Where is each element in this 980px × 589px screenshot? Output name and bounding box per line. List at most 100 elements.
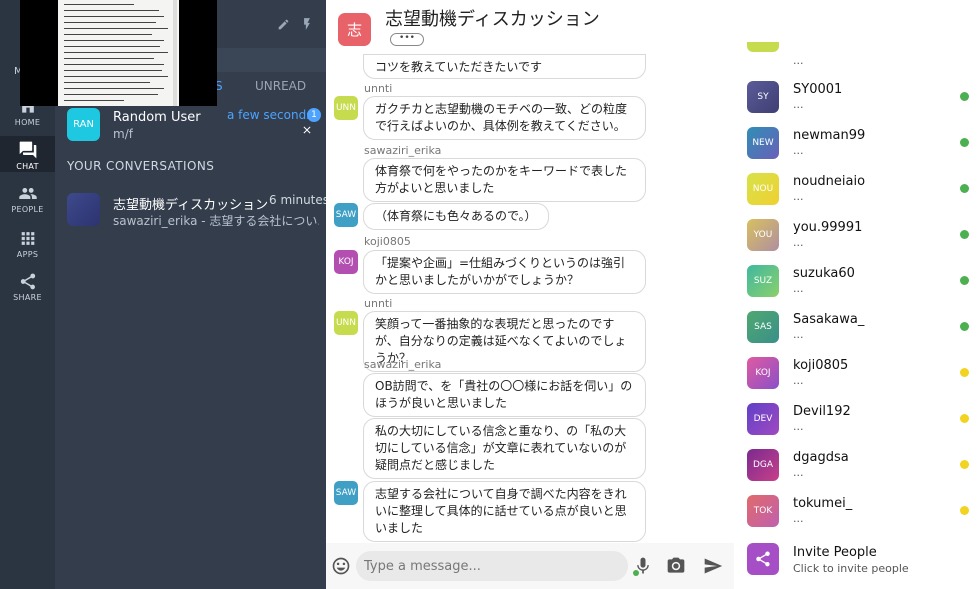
- message-sender: koji0805: [364, 235, 411, 248]
- chat-area: 志 志望動機ディスカッション ••• コツを教えていただきたいです unnti …: [326, 0, 734, 589]
- member-sub: ...: [793, 54, 804, 67]
- member-item[interactable]: SY SY0001...: [734, 76, 980, 122]
- share-icon: [20, 273, 35, 290]
- message-avatar: SAW: [334, 481, 358, 505]
- avatar: NOU: [747, 173, 779, 205]
- people-icon: [18, 187, 37, 200]
- message-bubble: コツを教えていただきたいです: [363, 54, 646, 79]
- member-name: tokumei_: [793, 496, 853, 511]
- message-bubble: 私の大切にしている信念と重なり、の「私の大切にしている信念」が文章に表れていない…: [363, 418, 646, 479]
- rail-chat[interactable]: CHAT: [0, 136, 55, 172]
- random-user-item[interactable]: RAN Random User m/f a few seconds 1: [55, 104, 326, 148]
- rail-share-label: SHARE: [13, 293, 42, 302]
- message-composer: [326, 543, 734, 589]
- message-bubble: 志望する会社について自身で調べた内容をきれいに整理して具体的に話せている点が良い…: [363, 481, 646, 542]
- status-dot: [960, 92, 969, 101]
- status-dot: [960, 322, 969, 331]
- document-page: [58, 0, 179, 106]
- message-bubble: OB訪問で、を「貴社の〇〇様にお話を伺い」のほうが良いと思いました: [363, 373, 646, 417]
- member-item[interactable]: YOU you.99991...: [734, 214, 980, 260]
- member-name: you.99991: [793, 220, 863, 235]
- rail-home-label: HOME: [14, 118, 41, 127]
- member-sub: ...: [793, 466, 804, 479]
- member-sub: ...: [793, 512, 804, 525]
- member-name: SY0001: [793, 82, 843, 97]
- unread-badge: 1: [307, 108, 321, 122]
- message-input[interactable]: [356, 551, 628, 581]
- partial-member[interactable]: ...: [734, 42, 980, 72]
- member-name: noudneiaio: [793, 174, 866, 189]
- avatar: YOU: [747, 219, 779, 251]
- close-icon[interactable]: [301, 124, 313, 136]
- message-sender: unnti: [364, 297, 393, 310]
- status-dot: [960, 276, 969, 285]
- status-dot: [960, 138, 969, 147]
- member-sub: ...: [793, 98, 804, 111]
- rail-people-label: PEOPLE: [11, 205, 44, 214]
- member-item[interactable]: DGA dgagdsa...: [734, 444, 980, 490]
- random-user-sub: m/f: [113, 127, 133, 141]
- status-dot: [960, 368, 969, 377]
- avatar: SUZ: [747, 265, 779, 297]
- invite-sub: Click to invite people: [793, 562, 909, 575]
- message-avatar: KOJ: [334, 250, 358, 274]
- camera-button[interactable]: [665, 555, 687, 577]
- room-more-button[interactable]: •••: [390, 33, 424, 46]
- conversation-time: 6 minutes: [269, 193, 330, 207]
- member-name: koji0805: [793, 358, 849, 373]
- member-item[interactable]: KOJ koji0805...: [734, 352, 980, 398]
- message-avatar: UNN: [334, 96, 358, 120]
- avatar: RAN: [67, 108, 100, 141]
- tab-unread[interactable]: UNREAD: [255, 79, 306, 93]
- member-item[interactable]: NEW newman99...: [734, 122, 980, 168]
- member-name: dgagdsa: [793, 450, 849, 465]
- message-sender: sawaziri_erika: [364, 144, 442, 157]
- rail-chat-label: CHAT: [16, 162, 39, 171]
- conversation-name: 志望動機ディスカッション: [113, 198, 269, 213]
- status-dot: [960, 414, 969, 423]
- message-sender: sawaziri_erika: [364, 358, 442, 371]
- message-bubble: ガクチカと志望動機のモチベの一致、どの粒度で行えばよいのか、具体例を教えてくださ…: [363, 96, 646, 140]
- invite-people-button[interactable]: Invite People Click to invite people: [734, 540, 980, 586]
- message-avatar: SAW: [334, 203, 358, 227]
- document-preview-thumbnail[interactable]: [20, 0, 217, 106]
- recording-dot: [633, 570, 639, 576]
- avatar: TOK: [747, 495, 779, 527]
- rail-people[interactable]: PEOPLE: [0, 184, 55, 214]
- edit-icon[interactable]: [277, 18, 290, 31]
- member-sub: ...: [793, 144, 804, 157]
- microphone-button[interactable]: [632, 555, 654, 577]
- member-item[interactable]: SUZ suzuka60...: [734, 260, 980, 306]
- avatar: SY: [747, 81, 779, 113]
- invite-title: Invite People: [793, 545, 877, 560]
- conversation-preview: sawaziri_erika - 志望する会社につい...: [113, 214, 319, 228]
- section-title: YOUR CONVERSATIONS: [67, 159, 215, 173]
- message-bubble: 体育祭で何をやったのかをキーワードで表した方がよいと思いました: [363, 158, 646, 202]
- member-name: suzuka60: [793, 266, 855, 281]
- share-icon: [756, 551, 770, 567]
- member-sub: ...: [793, 374, 804, 387]
- emoji-button[interactable]: [330, 555, 352, 577]
- random-user-name: Random User: [113, 110, 201, 125]
- rail-apps[interactable]: APPS: [0, 229, 55, 259]
- room-title: 志望動機ディスカッション: [385, 9, 600, 30]
- flash-icon[interactable]: [300, 17, 314, 31]
- message-bubble: 「提案や企画」=仕組みづくりというのは強引かと思いましたがいかがでしょうか？: [363, 250, 646, 294]
- members-sidebar: ... SY SY0001... NEW newman99... NOU noudneia…: [734, 0, 980, 589]
- member-item[interactable]: DEV Devil192...: [734, 398, 980, 444]
- status-dot: [960, 506, 969, 515]
- rail-share[interactable]: SHARE: [0, 272, 55, 302]
- member-sub: ...: [793, 282, 804, 295]
- member-item[interactable]: NOU noudneiaio...: [734, 168, 980, 214]
- random-user-time: a few seconds: [227, 108, 313, 122]
- member-sub: ...: [793, 190, 804, 203]
- member-item[interactable]: SAS Sasakawa_...: [734, 306, 980, 352]
- invite-avatar: [747, 543, 779, 575]
- avatar: DGA: [747, 449, 779, 481]
- member-item[interactable]: TOK tokumei_...: [734, 490, 980, 536]
- conversation-item[interactable]: 志望動機ディスカッション 6 minutes sawaziri_erika - …: [55, 190, 330, 234]
- avatar: [67, 193, 100, 226]
- send-button[interactable]: [702, 555, 724, 577]
- message-sender: unnti: [364, 82, 393, 95]
- avatar: [747, 42, 779, 52]
